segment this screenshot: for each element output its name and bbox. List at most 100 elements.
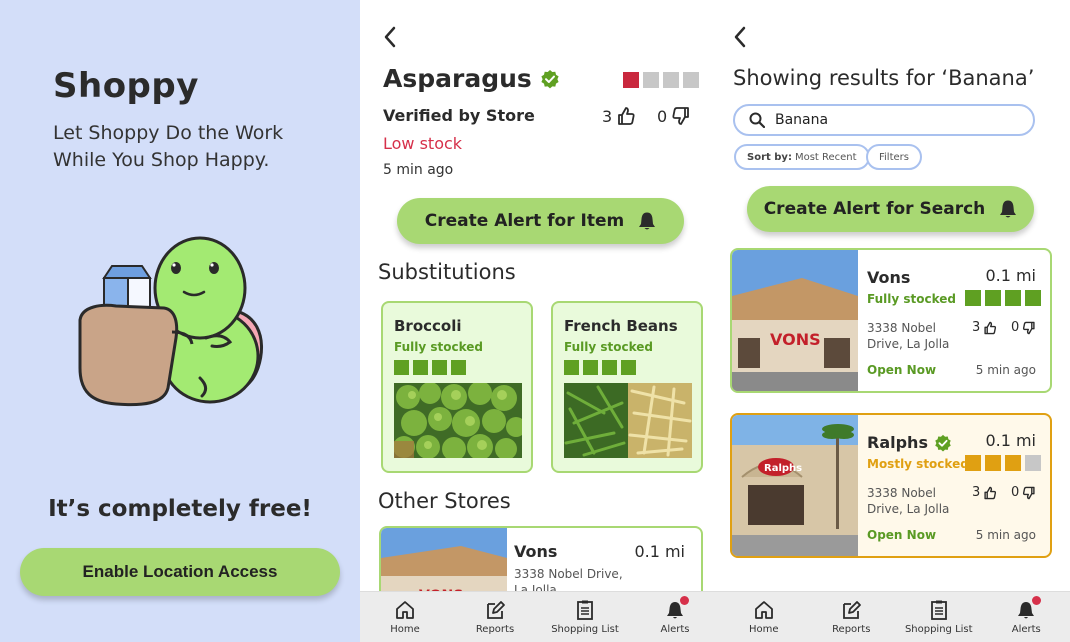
stock-bar — [683, 72, 699, 88]
thumbs-down-icon[interactable] — [1022, 321, 1036, 335]
stock-bar — [623, 72, 639, 88]
clipboard-icon — [577, 600, 593, 620]
open-status: Open Now — [867, 363, 937, 377]
search-input[interactable] — [775, 112, 1015, 128]
store-address: 3338 Nobel Drive, La Jolla — [867, 486, 950, 516]
verified-label: Verified by Store — [383, 106, 535, 125]
back-arrow-icon[interactable] — [380, 24, 400, 50]
result-card-vons[interactable]: VONS Vons 0.1 mi Fully stocked 3338 Nobe… — [730, 248, 1052, 393]
home-icon — [754, 601, 773, 619]
verified-check-icon — [541, 69, 559, 88]
tab-alerts[interactable]: Alerts — [983, 592, 1070, 642]
substitution-card-french-beans[interactable]: French Beans Fully stocked — [551, 301, 703, 473]
svg-text:VONS: VONS — [770, 330, 821, 349]
stock-level-indicator — [394, 360, 466, 375]
thumbs-up-icon[interactable] — [983, 321, 997, 335]
tab-shopping-list[interactable]: Shopping List — [895, 592, 983, 642]
store-distance: 0.1 mi — [985, 431, 1036, 450]
bell-icon — [639, 212, 656, 230]
sort-label: Sort by: — [747, 151, 792, 163]
sort-dropdown[interactable]: Sort by: Most Recent — [734, 144, 870, 170]
clipboard-icon — [930, 600, 947, 620]
result-card-ralphs[interactable]: Ralphs Ralphs 0.1 mi Mostly stocked 3338… — [730, 413, 1052, 558]
open-status: Open Now — [867, 528, 937, 542]
onboarding-screen: Shoppy Let Shoppy Do the Work While You … — [0, 0, 360, 642]
time-ago: 5 min ago — [383, 162, 454, 178]
store-name: Vons — [514, 542, 558, 561]
downvote-count: 0 — [657, 106, 668, 126]
bell-icon — [1000, 200, 1017, 218]
tagline: Let Shoppy Do the Work While You Shop Ha… — [53, 122, 284, 171]
search-results-screen: Showing results for ‘Banana’ Sort by: Mo… — [720, 0, 1070, 642]
french-beans-image — [564, 383, 692, 458]
tab-home[interactable]: Home — [360, 592, 450, 642]
tab-reports[interactable]: Reports — [808, 592, 896, 642]
item-title-row: Asparagus — [383, 64, 560, 93]
store-address: 3338 Nobel Drive, La Jolla — [867, 321, 950, 351]
tab-label: Alerts — [1011, 624, 1041, 635]
search-icon — [749, 112, 765, 128]
tab-label: Home — [748, 624, 779, 635]
time-ago: 5 min ago — [975, 363, 1036, 377]
svg-text:Ralphs: Ralphs — [764, 463, 802, 474]
broccoli-image — [394, 383, 522, 458]
tab-shopping-list[interactable]: Shopping List — [540, 592, 630, 642]
store-stock: Fully stocked — [867, 292, 956, 306]
create-alert-item-button[interactable]: Create Alert for Item — [397, 198, 684, 244]
filters-button[interactable]: Filters — [866, 144, 922, 170]
substitution-card-broccoli[interactable]: Broccoli Fully stocked — [381, 301, 533, 473]
thumbs-up-icon[interactable] — [616, 106, 636, 126]
stock-status: Low stock — [383, 134, 463, 153]
upvote-group[interactable]: 3 — [972, 485, 997, 500]
tab-label: Alerts — [660, 624, 690, 635]
substitution-name: Broccoli — [394, 317, 462, 335]
sort-value: Most Recent — [794, 151, 857, 163]
tab-home[interactable]: Home — [720, 592, 808, 642]
thumbs-down-icon[interactable] — [671, 106, 691, 126]
thumbs-up-icon[interactable] — [983, 486, 997, 500]
upvote-count: 3 — [972, 320, 981, 335]
thumbs-down-icon[interactable] — [1022, 486, 1036, 500]
store-name: Ralphs — [867, 433, 928, 452]
store-distance: 0.1 mi — [634, 542, 685, 561]
upvote-group[interactable]: 3 — [972, 320, 997, 335]
results-title: Showing results for ‘Banana’ — [733, 66, 1035, 90]
tab-reports[interactable]: Reports — [450, 592, 540, 642]
other-stores-heading: Other Stores — [378, 489, 511, 513]
app-name: Shoppy — [53, 66, 199, 106]
back-arrow-icon[interactable] — [730, 24, 750, 50]
notification-dot — [1031, 596, 1041, 605]
substitutions-heading: Substitutions — [378, 260, 516, 284]
home-icon — [396, 601, 414, 619]
search-bar[interactable] — [733, 104, 1035, 136]
downvote-group[interactable]: 0 — [1011, 320, 1036, 335]
downvote-group[interactable]: 0 — [1011, 485, 1036, 500]
create-alert-search-button[interactable]: Create Alert for Search — [747, 186, 1034, 232]
store-name: Vons — [867, 268, 911, 287]
tab-bar: Home Reports Shopping List Alerts — [360, 591, 720, 642]
downvote-count: 0 — [1011, 320, 1020, 335]
upvote-count: 3 — [972, 485, 981, 500]
verified-check-icon — [935, 434, 951, 451]
filters-label: Filters — [879, 151, 909, 163]
downvote-count: 0 — [1011, 485, 1020, 500]
edit-icon — [487, 601, 505, 619]
stock-level-indicator — [564, 360, 636, 375]
stock-level-indicator — [965, 455, 1041, 471]
notification-dot — [680, 596, 689, 605]
substitution-stock: Fully stocked — [564, 340, 653, 354]
tab-label: Home — [390, 624, 420, 635]
tab-alerts[interactable]: Alerts — [630, 592, 720, 642]
substitution-name: French Beans — [564, 317, 678, 335]
tab-label: Shopping List — [904, 624, 973, 635]
store-distance: 0.1 mi — [985, 266, 1036, 285]
item-detail-screen: Asparagus Verified by Store 3 0 Low stoc… — [360, 0, 720, 642]
create-alert-label: Create Alert for Search — [763, 199, 986, 219]
tab-label: Reports — [832, 624, 871, 635]
store-stock: Mostly stocked — [867, 457, 969, 471]
stock-level-indicator — [623, 72, 699, 88]
downvote-group[interactable]: 0 — [657, 106, 691, 126]
enable-location-button[interactable]: Enable Location Access — [20, 548, 340, 596]
stock-bar — [663, 72, 679, 88]
upvote-group[interactable]: 3 — [602, 106, 636, 126]
